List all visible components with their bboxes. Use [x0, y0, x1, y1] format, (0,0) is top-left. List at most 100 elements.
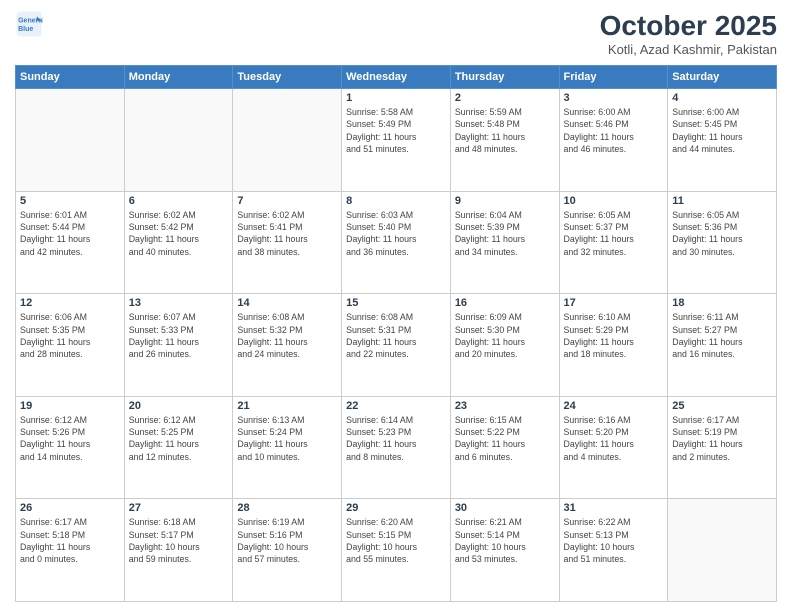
table-row: 30Sunrise: 6:21 AM Sunset: 5:14 PM Dayli…	[450, 499, 559, 602]
day-number: 22	[346, 400, 446, 412]
day-info: Sunrise: 6:02 AM Sunset: 5:41 PM Dayligh…	[237, 209, 337, 258]
day-info: Sunrise: 6:14 AM Sunset: 5:23 PM Dayligh…	[346, 414, 446, 463]
table-row: 4 Sunrise: 6:00 AM Sunset: 5:45 PM Daylig…	[668, 89, 777, 192]
table-row: 21 Sunrise: 6:13 AM Sunset: 5:24 PM Dayli…	[233, 396, 342, 499]
day-info: Sunrise: 6:18 AM Sunset: 5:17 PM Dayligh…	[129, 516, 229, 565]
day-info: Sunrise: 5:58 AM Sunset: 5:49 PM Dayligh…	[346, 106, 446, 155]
day-number: 29	[346, 502, 446, 514]
table-row: 22 Sunrise: 6:14 AM Sunset: 5:23 PM Dayli…	[342, 396, 451, 499]
calendar-title: October 2025	[600, 10, 777, 42]
day-number: 21	[237, 400, 337, 412]
day-info: Sunrise: 5:59 AM Sunset: 5:48 PM Dayligh…	[455, 106, 555, 155]
day-info: Sunrise: 6:01 AM Sunset: 5:44 PM Dayligh…	[20, 209, 120, 258]
day-info: Sunrise: 6:03 AM Sunset: 5:40 PM Dayligh…	[346, 209, 446, 258]
day-number: 24	[564, 400, 664, 412]
table-row: 13 Sunrise: 6:07 AM Sunset: 5:33 PM Dayli…	[124, 294, 233, 397]
col-wednesday: Wednesday	[342, 66, 451, 89]
day-info: Sunrise: 6:20 AM Sunset: 5:15 PM Dayligh…	[346, 516, 446, 565]
logo: General Blue General Blue	[15, 10, 43, 38]
title-block: October 2025 Kotli, Azad Kashmir, Pakist…	[600, 10, 777, 57]
table-row: 3Sunrise: 6:00 AM Sunset: 5:46 PM Daylig…	[559, 89, 668, 192]
day-number: 17	[564, 297, 664, 309]
table-row: 10Sunrise: 6:05 AM Sunset: 5:37 PM Dayli…	[559, 191, 668, 294]
day-number: 7	[237, 195, 337, 207]
svg-text:General: General	[18, 17, 43, 24]
day-number: 16	[455, 297, 555, 309]
table-row: 27 Sunrise: 6:18 AM Sunset: 5:17 PM Dayli…	[124, 499, 233, 602]
day-number: 13	[129, 297, 229, 309]
table-row: 6 Sunrise: 6:02 AM Sunset: 5:42 PM Daylig…	[124, 191, 233, 294]
table-row	[233, 89, 342, 192]
table-row: 12 Sunrise: 6:06 AM Sunset: 5:35 PM Dayli…	[16, 294, 125, 397]
table-row: 20 Sunrise: 6:12 AM Sunset: 5:25 PM Dayli…	[124, 396, 233, 499]
col-thursday: Thursday	[450, 66, 559, 89]
day-number: 30	[455, 502, 555, 514]
day-info: Sunrise: 6:02 AM Sunset: 5:42 PM Dayligh…	[129, 209, 229, 258]
day-number: 6	[129, 195, 229, 207]
day-info: Sunrise: 6:16 AM Sunset: 5:20 PM Dayligh…	[564, 414, 664, 463]
day-number: 1	[346, 92, 446, 104]
day-number: 15	[346, 297, 446, 309]
week-row-5: 26 Sunrise: 6:17 AM Sunset: 5:18 PM Dayli…	[16, 499, 777, 602]
table-row: 14 Sunrise: 6:08 AM Sunset: 5:32 PM Dayli…	[233, 294, 342, 397]
day-number: 14	[237, 297, 337, 309]
day-number: 31	[564, 502, 664, 514]
table-row: 1 Sunrise: 5:58 AM Sunset: 5:49 PM Daylig…	[342, 89, 451, 192]
day-number: 5	[20, 195, 120, 207]
col-sunday: Sunday	[16, 66, 125, 89]
day-info: Sunrise: 6:12 AM Sunset: 5:25 PM Dayligh…	[129, 414, 229, 463]
col-friday: Friday	[559, 66, 668, 89]
day-info: Sunrise: 6:08 AM Sunset: 5:31 PM Dayligh…	[346, 311, 446, 360]
day-info: Sunrise: 6:00 AM Sunset: 5:45 PM Dayligh…	[672, 106, 772, 155]
header-row: Sunday Monday Tuesday Wednesday Thursday…	[16, 66, 777, 89]
day-info: Sunrise: 6:00 AM Sunset: 5:46 PM Dayligh…	[564, 106, 664, 155]
day-number: 25	[672, 400, 772, 412]
day-info: Sunrise: 6:06 AM Sunset: 5:35 PM Dayligh…	[20, 311, 120, 360]
table-row: 7 Sunrise: 6:02 AM Sunset: 5:41 PM Daylig…	[233, 191, 342, 294]
table-row: 26 Sunrise: 6:17 AM Sunset: 5:18 PM Dayli…	[16, 499, 125, 602]
svg-text:Blue: Blue	[18, 26, 33, 33]
day-number: 12	[20, 297, 120, 309]
day-number: 20	[129, 400, 229, 412]
table-row: 24 Sunrise: 6:16 AM Sunset: 5:20 PM Dayli…	[559, 396, 668, 499]
week-row-4: 19Sunrise: 6:12 AM Sunset: 5:26 PM Dayli…	[16, 396, 777, 499]
day-info: Sunrise: 6:05 AM Sunset: 5:37 PM Dayligh…	[564, 209, 664, 258]
day-number: 27	[129, 502, 229, 514]
day-info: Sunrise: 6:04 AM Sunset: 5:39 PM Dayligh…	[455, 209, 555, 258]
table-row	[668, 499, 777, 602]
table-row: 28Sunrise: 6:19 AM Sunset: 5:16 PM Dayli…	[233, 499, 342, 602]
day-info: Sunrise: 6:08 AM Sunset: 5:32 PM Dayligh…	[237, 311, 337, 360]
table-row: 15 Sunrise: 6:08 AM Sunset: 5:31 PM Dayli…	[342, 294, 451, 397]
day-info: Sunrise: 6:22 AM Sunset: 5:13 PM Dayligh…	[564, 516, 664, 565]
table-row: 23Sunrise: 6:15 AM Sunset: 5:22 PM Dayli…	[450, 396, 559, 499]
table-row: 17 Sunrise: 6:10 AM Sunset: 5:29 PM Dayli…	[559, 294, 668, 397]
day-info: Sunrise: 6:15 AM Sunset: 5:22 PM Dayligh…	[455, 414, 555, 463]
week-row-3: 12 Sunrise: 6:06 AM Sunset: 5:35 PM Dayli…	[16, 294, 777, 397]
table-row: 5 Sunrise: 6:01 AM Sunset: 5:44 PM Daylig…	[16, 191, 125, 294]
day-info: Sunrise: 6:13 AM Sunset: 5:24 PM Dayligh…	[237, 414, 337, 463]
table-row	[16, 89, 125, 192]
day-info: Sunrise: 6:17 AM Sunset: 5:18 PM Dayligh…	[20, 516, 120, 565]
page: General Blue General Blue October 2025 K…	[0, 0, 792, 612]
table-row: 11Sunrise: 6:05 AM Sunset: 5:36 PM Dayli…	[668, 191, 777, 294]
table-row	[124, 89, 233, 192]
day-info: Sunrise: 6:10 AM Sunset: 5:29 PM Dayligh…	[564, 311, 664, 360]
header: General Blue General Blue October 2025 K…	[15, 10, 777, 57]
day-number: 2	[455, 92, 555, 104]
day-number: 19	[20, 400, 120, 412]
calendar-table: Sunday Monday Tuesday Wednesday Thursday…	[15, 65, 777, 602]
table-row: 25Sunrise: 6:17 AM Sunset: 5:19 PM Dayli…	[668, 396, 777, 499]
day-info: Sunrise: 6:11 AM Sunset: 5:27 PM Dayligh…	[672, 311, 772, 360]
day-number: 28	[237, 502, 337, 514]
col-tuesday: Tuesday	[233, 66, 342, 89]
table-row: 31 Sunrise: 6:22 AM Sunset: 5:13 PM Dayli…	[559, 499, 668, 602]
day-number: 18	[672, 297, 772, 309]
day-number: 4	[672, 92, 772, 104]
week-row-1: 1 Sunrise: 5:58 AM Sunset: 5:49 PM Daylig…	[16, 89, 777, 192]
day-number: 26	[20, 502, 120, 514]
day-number: 11	[672, 195, 772, 207]
day-number: 9	[455, 195, 555, 207]
table-row: 18 Sunrise: 6:11 AM Sunset: 5:27 PM Dayli…	[668, 294, 777, 397]
day-info: Sunrise: 6:07 AM Sunset: 5:33 PM Dayligh…	[129, 311, 229, 360]
table-row: 29 Sunrise: 6:20 AM Sunset: 5:15 PM Dayli…	[342, 499, 451, 602]
